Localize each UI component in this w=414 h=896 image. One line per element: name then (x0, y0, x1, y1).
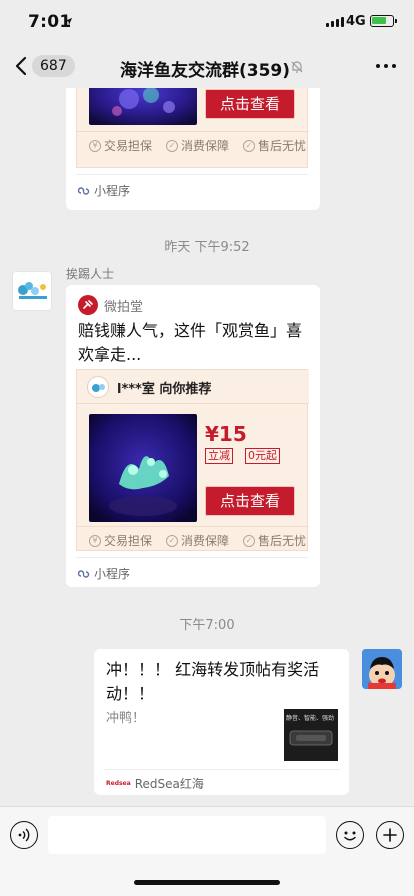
guarantee-row: ¥ 交易担保 ✓ 消费保障 ✓ 售后无忧 (89, 137, 306, 154)
guarantee-row: ¥ 交易担保 ✓ 消费保障 ✓ 售后无忧 (89, 532, 306, 549)
link-title: 冲！！！ 红海转发顶帖有奖活 动！！ (106, 660, 320, 703)
add-attachment-icon[interactable] (376, 821, 404, 849)
link-share-card[interactable]: 冲！！！ 红海转发顶帖有奖活 动！！ 冲鸭！ 静音、智能、强劲 Redsea R… (94, 649, 349, 795)
mini-program-icon (78, 186, 90, 195)
nav-bar: 687 海洋鱼友交流群(359) (0, 44, 414, 88)
auction-card[interactable]: 微拍堂 赔钱赚人气，这件「观赏鱼」喜欢拿走... l***室 向你推荐 ¥15 … (66, 285, 320, 587)
link-thumbnail: 静音、智能、强劲 (284, 709, 338, 761)
link-source: Redsea RedSea红海 (106, 777, 204, 791)
timestamp: 下午7:00 (179, 618, 235, 633)
mini-program-card[interactable]: 点击查看 ¥ 交易担保 ✓ 消费保障 ✓ 售后无忧 小程序 (66, 88, 320, 210)
unread-count-badge[interactable]: 687 (32, 55, 75, 77)
product-panel: l***室 向你推荐 ¥15 立减 0元起 点击查看 ¥ 交易担保 ✓ 消费保障… (76, 369, 309, 551)
voice-icon[interactable] (10, 821, 38, 849)
avatar[interactable] (362, 649, 402, 689)
chat-title: 海洋鱼友交流群(359) (120, 61, 291, 81)
shop-avatar (87, 376, 109, 398)
product-image (89, 414, 197, 522)
back-icon[interactable] (14, 56, 28, 76)
sender-name: 挨踢人士 (66, 267, 115, 281)
app-header: 微拍堂 (78, 295, 143, 315)
battery-icon (370, 15, 397, 27)
shield-icon: ✓ (166, 139, 179, 152)
mini-program-footer: 小程序 (78, 565, 130, 582)
service-icon: ✓ (243, 139, 256, 152)
guarantee-icon: ¥ (89, 534, 101, 547)
mute-bell-icon (291, 61, 303, 73)
mini-program-footer: 小程序 (78, 182, 130, 199)
emoji-icon[interactable] (336, 821, 364, 849)
product-panel: 点击查看 ¥ 交易担保 ✓ 消费保障 ✓ 售后无忧 (76, 88, 309, 168)
link-description: 冲鸭！ (106, 711, 146, 726)
start-price-tag: 0元起 (245, 448, 280, 464)
discount-tag: 立减 (205, 448, 233, 464)
chat-area[interactable]: 点击查看 ¥ 交易担保 ✓ 消费保障 ✓ 售后无忧 小程序 昨天 下午9:52 挨踢人… (0, 88, 414, 806)
location-arrow-icon (64, 17, 73, 26)
shield-icon: ✓ (166, 534, 179, 547)
gavel-icon (78, 295, 98, 315)
guarantee-icon: ¥ (89, 139, 101, 152)
timestamp: 昨天 下午9:52 (164, 240, 250, 255)
redsea-logo: Redsea (106, 780, 131, 787)
price-label: ¥15 (205, 422, 247, 446)
message-text: 赔钱赚人气，这件「观赏鱼」喜欢拿走... (78, 321, 303, 364)
avatar[interactable] (12, 271, 52, 311)
message-input[interactable] (48, 816, 326, 854)
status-bar: 7:01 4G (0, 0, 414, 44)
more-options-icon[interactable] (376, 64, 396, 68)
shop-row: l***室 向你推荐 (77, 370, 309, 404)
service-icon: ✓ (243, 534, 256, 547)
view-details-button[interactable]: 点击查看 (205, 486, 295, 516)
network-label: 4G (346, 14, 366, 29)
view-details-button[interactable]: 点击查看 (205, 89, 295, 119)
home-indicator (134, 880, 280, 885)
product-image (89, 88, 197, 125)
mini-program-icon (78, 569, 90, 578)
signal-icon (326, 17, 344, 27)
